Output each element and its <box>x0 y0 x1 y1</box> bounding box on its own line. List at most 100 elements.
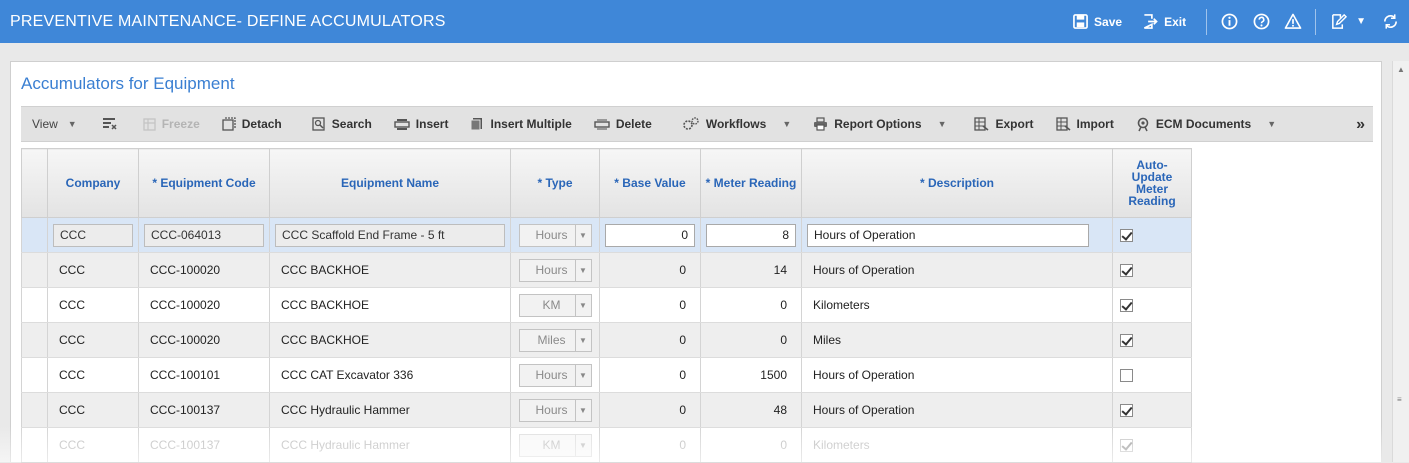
title-bar: PREVENTIVE MAINTENANCE- DEFINE ACCUMULAT… <box>0 0 1409 43</box>
column-header-type[interactable]: * Type <box>510 148 600 218</box>
type-select-value: Hours <box>535 263 568 277</box>
company-field[interactable]: CCC <box>53 223 133 247</box>
type-select[interactable]: Miles ▼ <box>518 328 592 352</box>
table-row[interactable]: CCC CCC-064013 CCC Scaffold End Frame - … <box>21 217 1192 253</box>
description-cell: Kilometers <box>801 427 1113 463</box>
insert-multiple-button[interactable]: Insert Multiple <box>459 117 582 131</box>
search-icon <box>312 117 325 131</box>
view-menu[interactable]: View ▼ <box>21 117 88 131</box>
equipment-code-field[interactable]: CCC-064013 <box>144 223 264 247</box>
type-select[interactable]: Hours ▼ <box>518 258 592 282</box>
type-select[interactable]: Hours ▼ <box>518 363 592 387</box>
panel-title: Accumulators for Equipment <box>21 74 235 93</box>
description-cell: Miles <box>801 322 1113 358</box>
type-select-value: KM <box>542 298 561 312</box>
base-value-cell: 0 <box>599 427 701 463</box>
ecm-documents-label: ECM Documents <box>1155 117 1252 131</box>
equipment-name-cell: CCC BACKHOE <box>269 252 511 288</box>
insert-button[interactable]: Insert <box>383 117 460 131</box>
scrollbar-grip-icon[interactable]: ≡ <box>1397 395 1402 404</box>
row-selector[interactable] <box>21 252 48 288</box>
column-header-meter-reading[interactable]: * Meter Reading <box>700 148 802 218</box>
equipment-name-cell: CCC CAT Excavator 336 <box>269 357 511 393</box>
equipment-code-cell: CCC-100020 <box>138 322 270 358</box>
meter-reading-field[interactable]: 8 <box>706 223 796 247</box>
freeze-label: Freeze <box>161 117 200 131</box>
row-selector[interactable] <box>21 357 48 393</box>
row-selector[interactable] <box>21 427 48 463</box>
chevron-down-icon: ▼ <box>574 294 591 316</box>
ecm-documents-menu[interactable]: ECM Documents ▼ <box>1125 117 1287 132</box>
column-header-auto-update[interactable]: Auto-Update Meter Reading <box>1112 148 1192 218</box>
detach-button[interactable]: Detach <box>211 117 293 131</box>
auto-update-checkbox[interactable] <box>1120 404 1133 418</box>
description-field[interactable]: Hours of Operation <box>807 223 1089 247</box>
export-label: Export <box>995 117 1034 131</box>
chevron-down-icon[interactable]: ▼ <box>1356 16 1366 27</box>
auto-update-checkbox[interactable] <box>1120 334 1133 348</box>
type-select-value: Hours <box>535 368 568 382</box>
import-button[interactable]: Import <box>1045 117 1125 131</box>
chevron-down-icon: ▼ <box>1267 119 1277 129</box>
row-selector[interactable] <box>21 322 48 358</box>
workflows-label: Workflows <box>705 117 767 131</box>
auto-update-checkbox[interactable] <box>1120 229 1133 243</box>
column-header-company[interactable]: Company <box>47 148 139 218</box>
company-cell: CCC <box>47 252 139 288</box>
grid-header-row: Company * Equipment Code Equipment Name … <box>21 148 1192 218</box>
column-header-equipment-code[interactable]: * Equipment Code <box>138 148 270 218</box>
scroll-up-arrow-icon[interactable]: ▲ <box>1397 65 1405 74</box>
table-row[interactable]: CCC CCC-100020 CCC BACKHOE Miles ▼ 0 0 Mi… <box>21 322 1192 358</box>
table-row[interactable]: CCC CCC-100020 CCC BACKHOE Hours ▼ 0 14 H… <box>21 252 1192 288</box>
search-button[interactable]: Search <box>301 117 383 131</box>
base-value-field[interactable]: 0 <box>605 223 695 247</box>
refresh-icon[interactable] <box>1381 13 1399 31</box>
exit-label: Exit <box>1164 14 1187 29</box>
export-button[interactable]: Export <box>963 117 1044 131</box>
table-row[interactable]: CCC CCC-100137 CCC Hydraulic Hammer KM ▼ … <box>21 427 1192 463</box>
row-selector[interactable] <box>21 287 48 323</box>
meter-reading-cell: 1500 <box>700 357 802 393</box>
toolbar-separator <box>1206 8 1208 35</box>
auto-update-checkbox[interactable] <box>1120 264 1133 278</box>
equipment-code-cell: CCC-100137 <box>138 392 270 428</box>
column-chooser-button[interactable] <box>88 117 132 131</box>
row-selector[interactable] <box>21 217 48 253</box>
type-select[interactable]: KM ▼ <box>518 433 592 457</box>
exit-button[interactable]: Exit <box>1142 14 1186 29</box>
warning-icon[interactable] <box>1284 13 1302 31</box>
column-header-base-value[interactable]: * Base Value <box>599 148 701 218</box>
row-selector-header <box>21 148 48 218</box>
table-row[interactable]: CCC CCC-100101 CCC CAT Excavator 336 Hou… <box>21 357 1192 393</box>
report-options-menu[interactable]: Report Options ▼ <box>802 117 957 131</box>
export-icon <box>974 117 989 131</box>
meter-reading-cell: 48 <box>700 392 802 428</box>
column-header-description[interactable]: * Description <box>801 148 1113 218</box>
auto-update-checkbox[interactable] <box>1120 439 1133 453</box>
column-header-equipment-name[interactable]: Equipment Name <box>269 148 511 218</box>
auto-update-checkbox[interactable] <box>1120 369 1133 383</box>
help-icon[interactable] <box>1252 13 1270 31</box>
chevron-down-icon: ▼ <box>574 364 591 386</box>
table-row[interactable]: CCC CCC-100020 CCC BACKHOE KM ▼ 0 0 Kilom… <box>21 287 1192 323</box>
delete-button[interactable]: Delete <box>583 117 663 131</box>
save-button[interactable]: Save <box>1073 14 1122 29</box>
base-value-cell: 0 <box>599 252 701 288</box>
toolbar-overflow-button[interactable]: » <box>1356 116 1365 134</box>
info-icon[interactable] <box>1220 13 1238 31</box>
equipment-name-field[interactable]: CCC Scaffold End Frame - 5 ft <box>275 223 505 247</box>
table-row[interactable]: CCC CCC-100137 CCC Hydraulic Hammer Hour… <box>21 392 1192 428</box>
edit-notes-icon[interactable] <box>1329 13 1347 31</box>
type-select[interactable]: Hours ▼ <box>518 223 592 247</box>
workflows-menu[interactable]: Workflows ▼ <box>671 117 802 131</box>
equipment-name-cell: CCC BACKHOE <box>269 287 511 323</box>
vertical-scrollbar[interactable]: ▲ ≡ <box>1392 61 1409 462</box>
type-select[interactable]: KM ▼ <box>518 293 592 317</box>
view-label: View <box>32 117 58 131</box>
auto-update-checkbox[interactable] <box>1120 299 1133 313</box>
row-selector[interactable] <box>21 392 48 428</box>
freeze-button[interactable]: Freeze <box>132 117 211 131</box>
type-select[interactable]: Hours ▼ <box>518 398 592 422</box>
description-cell: Hours of Operation <box>801 357 1113 393</box>
insert-icon <box>394 118 410 130</box>
